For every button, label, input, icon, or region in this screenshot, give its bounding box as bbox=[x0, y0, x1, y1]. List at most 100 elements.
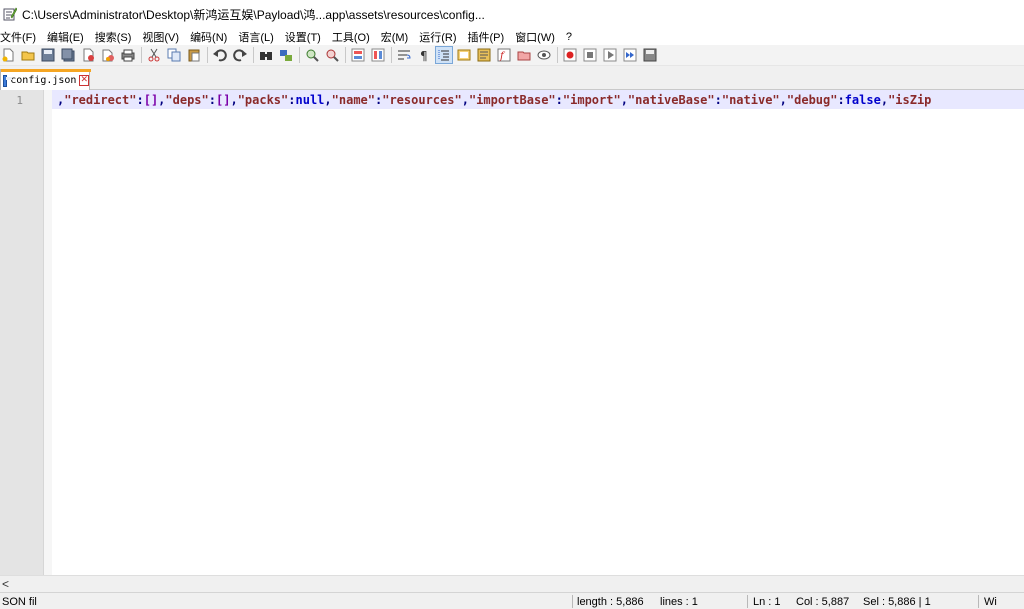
stop-record-icon[interactable] bbox=[582, 47, 598, 63]
close-all-icon[interactable] bbox=[100, 47, 116, 63]
code-token: : bbox=[714, 93, 722, 107]
notepad-app-icon bbox=[3, 7, 18, 21]
status-bar: SON fil length : 5,886 lines : 1 Ln : 1 … bbox=[0, 592, 1024, 609]
code-token: "isZip bbox=[888, 93, 932, 107]
status-sel: Sel : 5,886 | 1 bbox=[863, 596, 931, 608]
menu-macro[interactable]: 宏(M) bbox=[381, 29, 409, 45]
folder-workspace-icon[interactable] bbox=[516, 47, 532, 63]
code-token: "resources" bbox=[382, 93, 462, 107]
save-icon[interactable] bbox=[40, 47, 56, 63]
menu-edit[interactable]: 编辑(E) bbox=[47, 29, 84, 45]
code-token: "importBase" bbox=[468, 93, 556, 107]
tab-config-json[interactable]: config.json ✕ bbox=[0, 69, 91, 91]
zoom-in-icon[interactable] bbox=[304, 47, 320, 63]
line-number: 1 bbox=[16, 94, 23, 107]
code-token: "debug" bbox=[786, 93, 838, 107]
status-separator bbox=[978, 595, 979, 608]
code-token: null bbox=[295, 93, 325, 107]
monitoring-icon[interactable] bbox=[536, 47, 552, 63]
tab-label: config.json bbox=[10, 75, 77, 86]
menu-search[interactable]: 搜索(S) bbox=[95, 29, 132, 45]
save-macro-icon[interactable] bbox=[642, 47, 658, 63]
menu-window[interactable]: 窗口(W) bbox=[515, 29, 555, 45]
code-token: , bbox=[461, 93, 469, 107]
code-token: , bbox=[880, 93, 889, 107]
run-macro-multiple-icon[interactable] bbox=[622, 47, 638, 63]
function-list-icon[interactable]: f bbox=[496, 47, 512, 63]
menu-plugins[interactable]: 插件(P) bbox=[468, 29, 505, 45]
replace-icon[interactable] bbox=[278, 47, 294, 63]
code-token: "deps" bbox=[165, 93, 209, 107]
status-filetype: SON fil bbox=[2, 596, 37, 608]
play-macro-icon[interactable] bbox=[602, 47, 618, 63]
status-separator bbox=[572, 595, 573, 608]
redo-icon[interactable] bbox=[232, 47, 248, 63]
menu-run[interactable]: 运行(R) bbox=[419, 29, 456, 45]
doc-map-icon[interactable] bbox=[476, 47, 492, 63]
code-token: : bbox=[555, 93, 563, 107]
menu-encoding[interactable]: 编码(N) bbox=[190, 29, 227, 45]
find-icon[interactable] bbox=[258, 47, 274, 63]
code-token: : bbox=[136, 93, 144, 107]
save-all-icon[interactable] bbox=[60, 47, 76, 63]
code-token: [] bbox=[216, 93, 231, 107]
window-title: C:\Users\Administrator\Desktop\新鸿运互娱\Pay… bbox=[22, 7, 485, 22]
toolbar-separator bbox=[141, 47, 142, 63]
close-icon[interactable] bbox=[80, 47, 96, 63]
tab-close-icon[interactable]: ✕ bbox=[79, 75, 89, 86]
fold-margin[interactable] bbox=[44, 90, 52, 575]
menu-file[interactable]: 文件(F) bbox=[0, 29, 36, 45]
code-token: , bbox=[620, 93, 628, 107]
title-bar: C:\Users\Administrator\Desktop\新鸿运互娱\Pay… bbox=[0, 0, 1024, 28]
status-separator bbox=[747, 595, 748, 608]
menu-help[interactable]: ? bbox=[566, 31, 572, 43]
record-macro-icon[interactable] bbox=[562, 47, 578, 63]
zoom-out-icon[interactable] bbox=[324, 47, 340, 63]
status-col: Col : 5,887 bbox=[796, 596, 850, 608]
code-line[interactable]: ,"redirect":[],"deps":[],"packs":null,"n… bbox=[57, 93, 931, 107]
cut-icon[interactable] bbox=[146, 47, 162, 63]
status-lines: lines : 1 bbox=[660, 596, 698, 608]
open-file-icon[interactable] bbox=[20, 47, 36, 63]
menu-language[interactable]: 语言(L) bbox=[238, 29, 273, 45]
print-icon[interactable] bbox=[120, 47, 136, 63]
copy-icon[interactable] bbox=[166, 47, 182, 63]
scroll-left-arrow-icon[interactable]: < bbox=[2, 577, 9, 591]
menu-view[interactable]: 视图(V) bbox=[142, 29, 179, 45]
menu-tools[interactable]: 工具(O) bbox=[332, 29, 370, 45]
editor-area[interactable]: 1 ,"redirect":[],"deps":[],"packs":null,… bbox=[0, 90, 1024, 575]
indent-guide-icon[interactable] bbox=[435, 46, 453, 64]
show-all-chars-icon[interactable]: ¶ bbox=[416, 47, 432, 63]
toolbar-separator bbox=[299, 47, 300, 63]
tab-bar: config.json ✕ bbox=[0, 66, 1024, 91]
code-token: false bbox=[844, 93, 881, 107]
undo-icon[interactable] bbox=[212, 47, 228, 63]
code-token: "packs" bbox=[237, 93, 289, 107]
status-length: length : 5,886 bbox=[577, 596, 644, 608]
word-wrap-icon[interactable] bbox=[396, 47, 412, 63]
code-token: , bbox=[230, 93, 238, 107]
code-token: "native" bbox=[721, 93, 780, 107]
sync-vertical-icon[interactable] bbox=[350, 47, 366, 63]
code-token: : bbox=[288, 93, 296, 107]
toolbar-separator bbox=[557, 47, 558, 63]
toolbar-separator bbox=[345, 47, 346, 63]
code-token: "nativeBase" bbox=[627, 93, 715, 107]
code-token: "name" bbox=[331, 93, 375, 107]
code-token: "import" bbox=[562, 93, 621, 107]
user-lang-icon[interactable] bbox=[456, 47, 472, 63]
toolbar-separator bbox=[253, 47, 254, 63]
menu-bar: 文件(F) 编辑(E) 搜索(S) 视图(V) 编码(N) 语言(L) 设置(T… bbox=[0, 28, 1024, 45]
code-token: : bbox=[208, 93, 216, 107]
line-number-gutter: 1 bbox=[0, 90, 44, 575]
new-file-icon[interactable] bbox=[0, 47, 16, 63]
status-eol: Wi bbox=[984, 596, 997, 608]
sync-horizontal-icon[interactable] bbox=[370, 47, 386, 63]
menu-settings[interactable]: 设置(T) bbox=[285, 29, 321, 45]
svg-text:¶: ¶ bbox=[420, 49, 428, 62]
saved-file-icon bbox=[3, 74, 13, 87]
horizontal-scrollbar[interactable]: < bbox=[0, 575, 1024, 592]
paste-icon[interactable] bbox=[186, 47, 202, 63]
code-token: , bbox=[324, 93, 332, 107]
toolbar-separator bbox=[207, 47, 208, 63]
